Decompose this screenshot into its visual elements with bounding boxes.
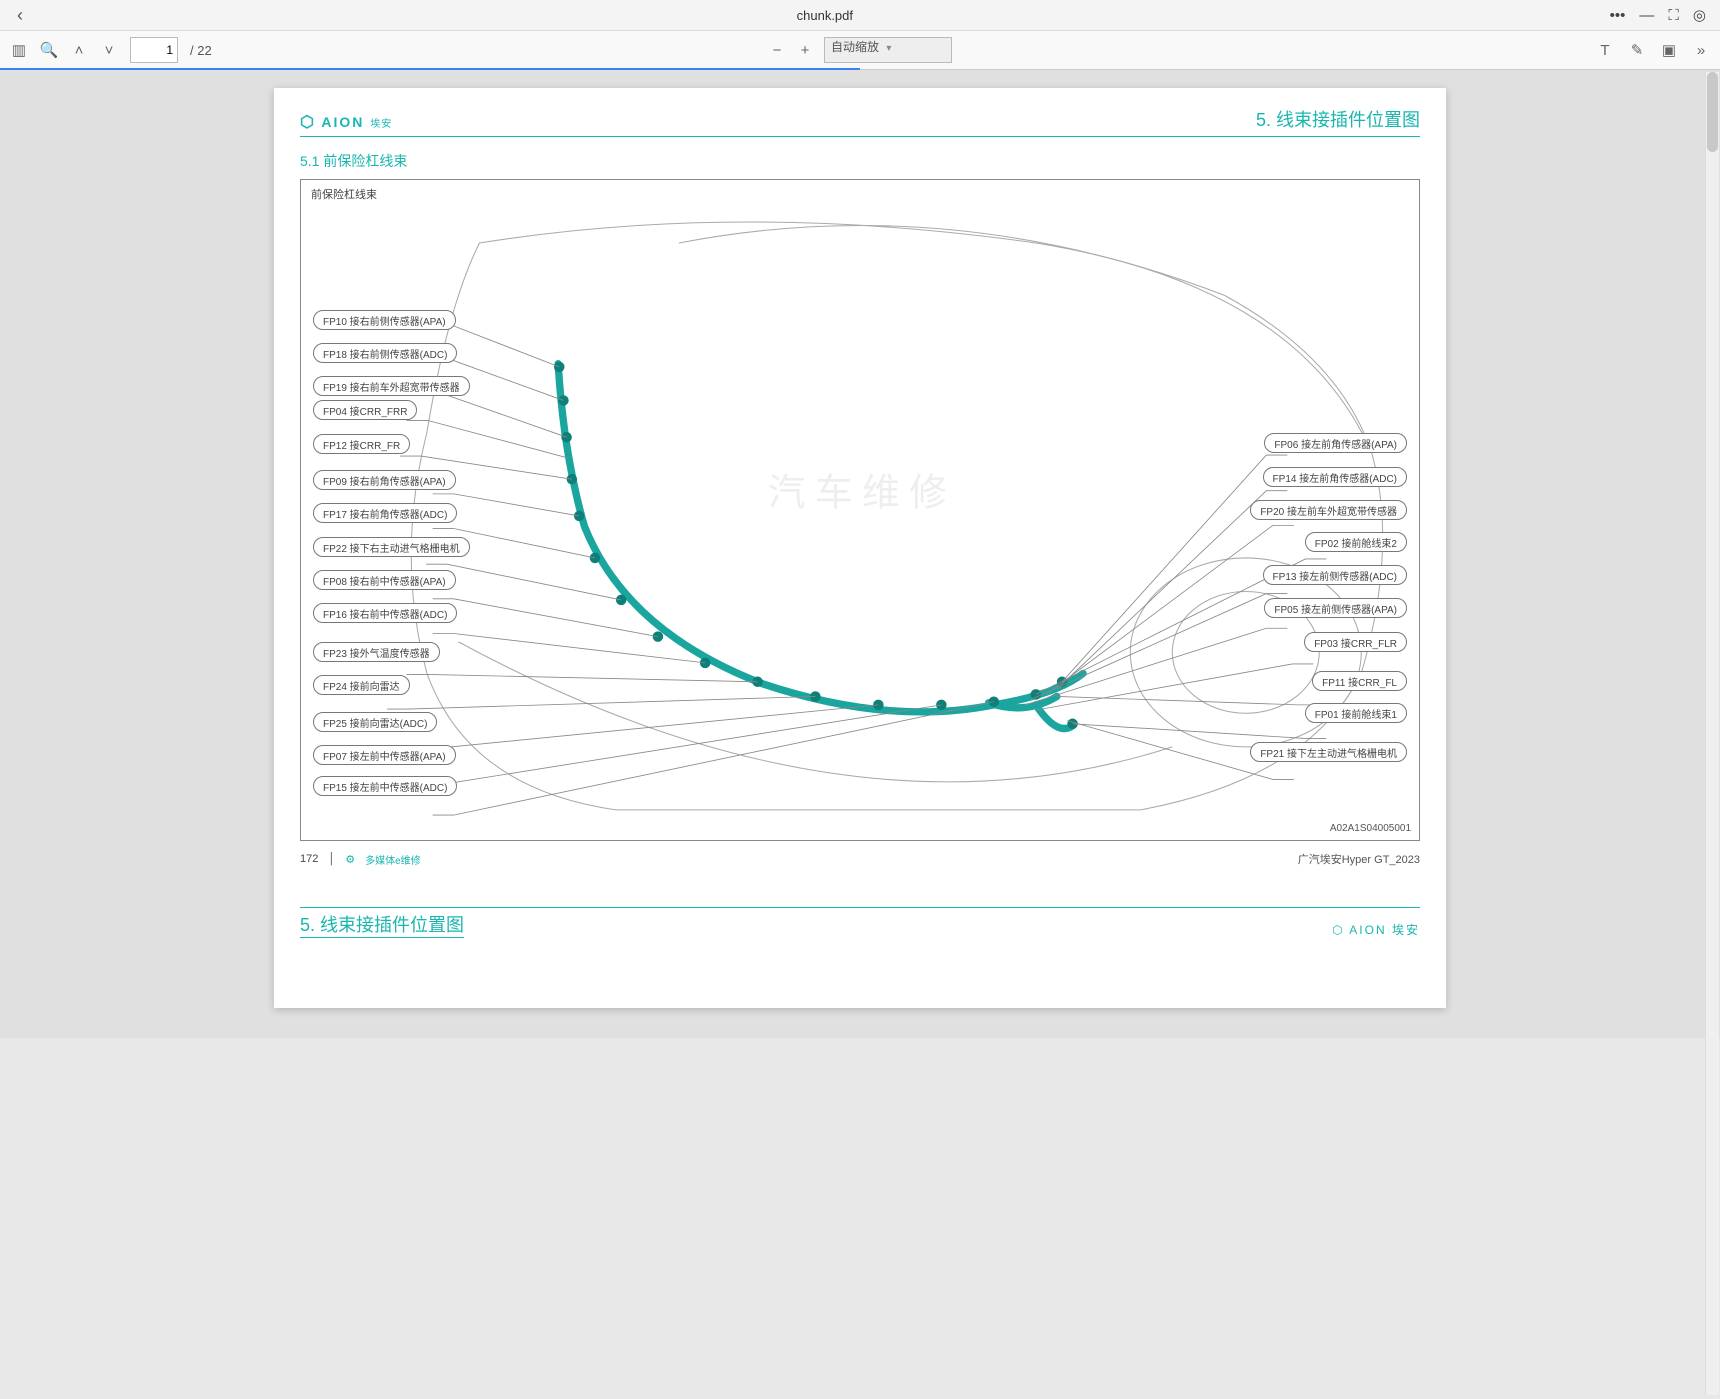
footer-logo-icon: ⚙ [345, 853, 355, 866]
callout-right: FP11 接CRR_FL [1312, 671, 1407, 691]
page-footer: 172 │ ⚙ 多媒体e维修 广汽埃安Hyper GT_2023 [300, 851, 1420, 867]
page-number-input[interactable] [130, 37, 178, 63]
target-icon[interactable]: ◎ [1693, 6, 1706, 24]
page-number: 172 [300, 853, 318, 865]
document-header: ⬡ AION 埃安 5. 线束接插件位置图 [300, 106, 1420, 137]
callout-left: FP09 接右前角传感器(APA) [313, 470, 456, 490]
overflow-icon[interactable]: » [1692, 41, 1710, 59]
search-icon[interactable]: 🔍 [40, 41, 58, 59]
callout-right: FP20 接左前车外超宽带传感器 [1250, 500, 1407, 520]
page-total: / 22 [190, 43, 212, 58]
brand-text-cn: 埃安 [370, 119, 392, 130]
brand-logo-bottom: ⬡ AION 埃安 [1332, 921, 1420, 938]
callout-right: FP06 接左前角传感器(APA) [1264, 433, 1407, 453]
callout-right: FP05 接左前侧传感器(APA) [1264, 598, 1407, 618]
callout-left: FP15 接左前中传感器(ADC) [313, 776, 457, 796]
prev-page-icon[interactable]: ˄ [70, 41, 88, 59]
vehicle-model: 广汽埃安Hyper GT_2023 [1298, 851, 1420, 867]
brand-text-en: AION [321, 114, 364, 130]
svg-text:汽 车 维 修: 汽 车 维 修 [768, 472, 947, 514]
callout-left: FP08 接右前中传感器(APA) [313, 570, 456, 590]
callout-left: FP10 接右前侧传感器(APA) [313, 310, 456, 330]
zoom-in-icon[interactable]: + [796, 41, 814, 59]
minimize-icon[interactable]: — [1639, 7, 1654, 24]
callout-right: FP13 接左前侧传感器(ADC) [1263, 565, 1407, 585]
pdf-page: ⬡ AION 埃安 5. 线束接插件位置图 5.1 前保险杠线束 前保险杠线束 … [274, 88, 1446, 1008]
next-page-preview: 5. 线束接插件位置图 ⬡ AION 埃安 [300, 907, 1420, 938]
brand-logo: ⬡ AION 埃安 [300, 112, 392, 132]
callout-left: FP25 接前向雷达(ADC) [313, 712, 437, 732]
maximize-icon[interactable]: ⛶ [1668, 7, 1679, 24]
loading-progress [0, 68, 860, 70]
next-page-icon[interactable]: ˅ [100, 41, 118, 59]
section-heading: 5. 线束接插件位置图 [1256, 106, 1420, 132]
callout-right: FP02 接前舱线束2 [1305, 532, 1407, 552]
chevron-down-icon: ▾ [886, 43, 891, 54]
callout-left: FP17 接右前角传感器(ADC) [313, 503, 457, 523]
callout-right: FP03 接CRR_FLR [1304, 632, 1407, 652]
callout-left: FP04 接CRR_FRR [313, 400, 417, 420]
scrollbar-thumb[interactable] [1707, 72, 1718, 152]
footer-logo-text: 多媒体e维修 [365, 852, 421, 867]
callout-right: FP21 接下左主动进气格栅电机 [1250, 742, 1407, 762]
draw-tool-icon[interactable]: ✎ [1628, 41, 1646, 59]
wiring-diagram: 前保险杠线束 A02A1S04005001 [300, 179, 1420, 841]
document-viewport[interactable]: ⬡ AION 埃安 5. 线束接插件位置图 5.1 前保险杠线束 前保险杠线束 … [0, 70, 1720, 1038]
sidebar-toggle-icon[interactable]: ▥ [10, 41, 28, 59]
callout-left: FP22 接下右主动进气格栅电机 [313, 537, 470, 557]
vertical-scrollbar[interactable] [1705, 72, 1719, 1395]
callout-left: FP19 接右前车外超宽带传感器 [313, 376, 470, 396]
callout-right: FP01 接前舱线束1 [1305, 703, 1407, 723]
back-button[interactable]: ‹ [0, 5, 40, 26]
separator: │ [328, 853, 335, 865]
window-title: chunk.pdf [40, 8, 1610, 23]
callout-left: FP24 接前向雷达 [313, 675, 410, 695]
next-section-heading: 5. 线束接插件位置图 [300, 911, 464, 938]
zoom-select[interactable]: 自动缩放 ▾ [824, 37, 952, 63]
image-tool-icon[interactable]: ▣ [1660, 41, 1678, 59]
text-tool-icon[interactable]: T [1596, 41, 1614, 59]
callout-left: FP12 接CRR_FR [313, 434, 410, 454]
callout-left: FP18 接右前侧传感器(ADC) [313, 343, 457, 363]
pdf-toolbar: ▥ 🔍 ˄ ˅ / 22 − + 自动缩放 ▾ T ✎ ▣ » [0, 31, 1720, 70]
zoom-out-icon[interactable]: − [768, 41, 786, 59]
window-titlebar: ‹ chunk.pdf ••• — ⛶ ◎ [0, 0, 1720, 31]
callout-right: FP14 接左前角传感器(ADC) [1263, 467, 1407, 487]
callout-left: FP23 接外气温度传感器 [313, 642, 440, 662]
callout-left: FP16 接右前中传感器(ADC) [313, 603, 457, 623]
zoom-select-label: 自动缩放 [831, 40, 879, 54]
more-icon[interactable]: ••• [1610, 7, 1626, 24]
window-controls: ••• — ⛶ ◎ [1610, 6, 1720, 24]
subsection-title: 5.1 前保险杠线束 [300, 151, 1420, 171]
callout-left: FP07 接左前中传感器(APA) [313, 745, 456, 765]
